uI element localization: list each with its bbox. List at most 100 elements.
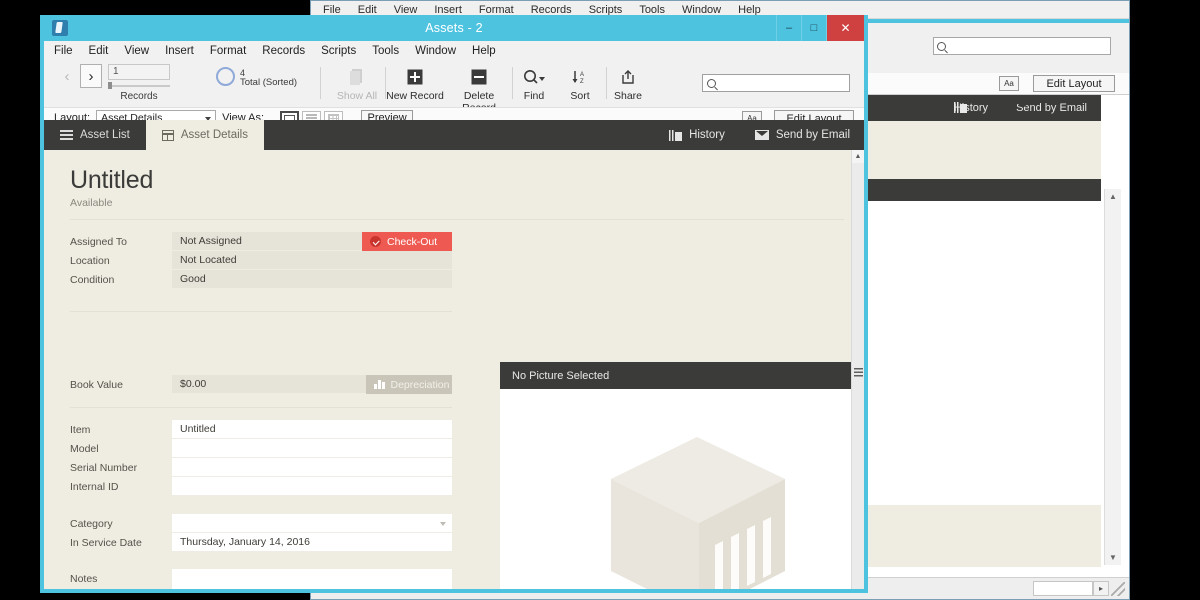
maximize-button[interactable]: □ [801, 15, 826, 41]
history-icon [669, 129, 683, 141]
menu-view[interactable]: View [124, 45, 149, 57]
next-record-button[interactable]: › [80, 64, 102, 88]
location-value[interactable]: Not Located [172, 251, 452, 270]
menu-edit[interactable]: Edit [89, 45, 109, 57]
record-area: Asset List Asset Details History Send by… [44, 120, 864, 589]
notes-group: Notes [70, 569, 452, 589]
share-label: Share [613, 90, 643, 102]
record-canvas: Untitled Available Assigned To Not Assig… [44, 150, 864, 589]
tab-asset-details[interactable]: Asset Details [145, 120, 264, 150]
scroll-up-icon[interactable]: ▲ [852, 150, 864, 163]
menu-help[interactable]: Help [472, 45, 496, 57]
search-icon [707, 78, 716, 88]
record-navigation: ‹ › 1 Records [56, 64, 170, 102]
records-label: Records [120, 91, 158, 102]
history-button[interactable]: History [669, 129, 725, 141]
menu-tools[interactable]: Tools [372, 45, 399, 57]
bg-menu-file[interactable]: File [323, 4, 341, 16]
record-slider[interactable] [108, 82, 170, 89]
toolbar-search-input[interactable] [702, 74, 850, 92]
in-service-date-input[interactable]: Thursday, January 14, 2016 [172, 533, 452, 552]
bg-scroll-right-icon[interactable]: ▸ [1093, 581, 1109, 596]
bg-edit-layout-button[interactable]: Edit Layout [1033, 75, 1115, 92]
record-count-text: 4 Total (Sorted) [240, 67, 297, 89]
window-controls: – □ ✕ [776, 15, 864, 41]
book-value-label: Book Value [70, 378, 123, 391]
category-select[interactable] [172, 514, 452, 533]
find-label: Find [523, 90, 545, 102]
bg-scroll-down-icon[interactable]: ▼ [1105, 550, 1121, 565]
summary-fields-group: Assigned To Not Assigned Location Not Lo… [70, 232, 452, 289]
category-date-group: Category In Service Date Thursday, Janua… [70, 514, 452, 552]
picture-preview-area[interactable] [500, 389, 864, 589]
vertical-scrollbar[interactable]: ▲ [851, 150, 864, 589]
assigned-to-label: Assigned To [70, 235, 128, 248]
scrollbar-grip-icon[interactable] [854, 368, 863, 378]
bg-history-action[interactable]: History [954, 102, 988, 114]
bg-tab-actions: History Send by Email [954, 95, 1087, 121]
check-out-button[interactable]: Check-Out [362, 232, 452, 251]
new-record-button[interactable]: New Record [384, 64, 446, 102]
record-number-input[interactable]: 1 [108, 64, 170, 80]
field-row-location: Location Not Located [70, 251, 452, 270]
internal-id-label: Internal ID [70, 480, 119, 493]
detail-fields-group: Item Untitled Model Serial Number Intern… [70, 420, 452, 496]
svg-text:Z: Z [580, 79, 584, 85]
close-button[interactable]: ✕ [826, 15, 864, 41]
tab-asset-details-label: Asset Details [180, 129, 248, 141]
serial-number-input[interactable] [172, 458, 452, 477]
bg-menu-window[interactable]: Window [682, 4, 721, 16]
background-search-input[interactable] [933, 37, 1111, 55]
menu-records[interactable]: Records [262, 45, 305, 57]
previous-record-button[interactable]: ‹ [56, 64, 78, 88]
menu-bar[interactable]: File Edit View Insert Format Records Scr… [44, 41, 864, 61]
bg-text-format-button[interactable]: Aa [999, 76, 1019, 91]
send-by-email-button[interactable]: Send by Email [754, 129, 850, 141]
menu-scripts[interactable]: Scripts [321, 45, 356, 57]
menu-format[interactable]: Format [210, 45, 246, 57]
picture-panel-header: No Picture Selected [500, 362, 864, 389]
bg-horizontal-scrollbar[interactable] [1033, 581, 1093, 596]
picture-panel: No Picture Selected [500, 362, 864, 589]
category-label: Category [70, 517, 113, 530]
send-by-email-label: Send by Email [775, 129, 850, 141]
menu-window[interactable]: Window [415, 45, 456, 57]
screen-root: File Edit View Insert Format Records Scr… [0, 0, 1200, 600]
bg-vertical-scrollbar[interactable]: ▲ ▼ [1104, 189, 1121, 565]
notes-textarea[interactable] [172, 569, 452, 589]
resize-grip-icon[interactable] [1111, 581, 1125, 596]
bg-menu-format[interactable]: Format [479, 4, 514, 16]
bg-menu-records[interactable]: Records [531, 4, 572, 16]
tab-asset-list-label: Asset List [80, 129, 130, 141]
bg-scroll-up-icon[interactable]: ▲ [1105, 189, 1121, 204]
bg-send-email-action[interactable]: Send by Email [1016, 102, 1087, 114]
field-row-condition: Condition Good [70, 270, 452, 289]
bg-menu-tools[interactable]: Tools [639, 4, 665, 16]
sort-button[interactable]: A Z Sort [554, 64, 606, 102]
internal-id-input[interactable] [172, 477, 452, 496]
depreciation-button[interactable]: Depreciation [366, 375, 452, 394]
item-input[interactable]: Untitled [172, 420, 452, 439]
share-button[interactable]: Share [601, 64, 655, 102]
menu-file[interactable]: File [54, 45, 73, 57]
plus-icon [384, 64, 446, 90]
show-all-button[interactable]: Show All [326, 64, 388, 102]
assets-window[interactable]: Assets - 2 – □ ✕ File Edit View Insert F… [40, 15, 868, 593]
page-title: Untitled [70, 166, 154, 194]
model-input[interactable] [172, 439, 452, 458]
show-all-label: Show All [336, 90, 378, 102]
window-title-bar[interactable]: Assets - 2 – □ ✕ [44, 15, 864, 41]
record-status: Available [70, 197, 113, 209]
menu-insert[interactable]: Insert [165, 45, 194, 57]
bg-menu-help[interactable]: Help [738, 4, 761, 16]
bg-menu-edit[interactable]: Edit [358, 4, 377, 16]
main-toolbar: ‹ › 1 Records 4 Total (Sorted) Show All … [44, 61, 864, 114]
tab-asset-list[interactable]: Asset List [44, 120, 146, 150]
bg-menu-insert[interactable]: Insert [434, 4, 462, 16]
bg-menu-view[interactable]: View [394, 4, 418, 16]
minus-icon [448, 64, 510, 90]
minimize-button[interactable]: – [776, 15, 801, 41]
condition-value[interactable]: Good [172, 270, 452, 289]
bg-menu-scripts[interactable]: Scripts [589, 4, 623, 16]
sort-icon: A Z [554, 64, 606, 90]
